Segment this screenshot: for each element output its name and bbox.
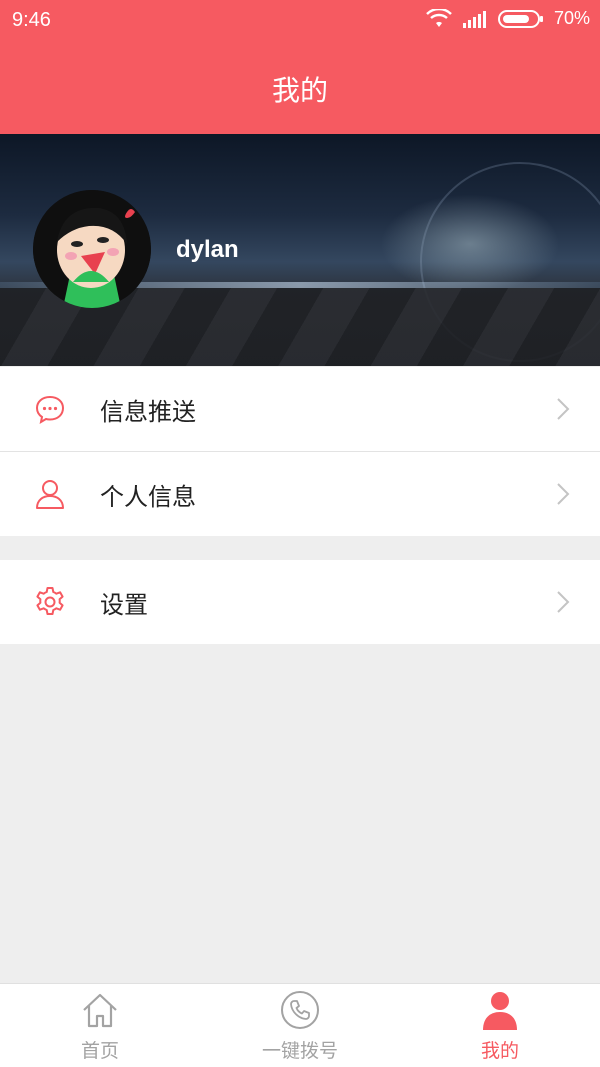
battery-percentage: 70%: [553, 8, 590, 28]
status-bar: 9:46 70%: [0, 0, 600, 44]
wifi-icon: [426, 8, 452, 27]
status-icons: 70%: [426, 8, 590, 29]
menu-group-settings: 设置: [0, 560, 600, 644]
signal-icon: [462, 10, 486, 28]
menu-item-personal-info[interactable]: 个人信息: [0, 452, 600, 536]
bottom-tab-bar: 首页 一键拨号 我的: [0, 983, 600, 1067]
avatar-image: [33, 190, 151, 308]
page-title: 我的: [271, 74, 328, 107]
chevron-right-icon: [557, 591, 570, 613]
tab-home[interactable]: 首页: [0, 984, 200, 1067]
tab-quick-dial[interactable]: 一键拨号: [200, 984, 400, 1067]
avatar[interactable]: [33, 190, 151, 308]
username: dylan: [176, 236, 239, 263]
menu-item-settings[interactable]: 设置: [0, 560, 600, 644]
tab-label: 我的: [480, 1040, 519, 1062]
message-icon: [35, 395, 65, 425]
title-bar: 我的: [0, 44, 600, 134]
chevron-right-icon: [557, 398, 570, 420]
home-icon: [83, 993, 117, 1028]
banner-glow-decoration: [380, 194, 560, 294]
menu-item-label: 信息推送: [100, 397, 196, 426]
menu-group-primary: 信息推送 个人信息: [0, 367, 600, 536]
tab-mine[interactable]: 我的: [400, 984, 600, 1067]
status-time: 9:46: [12, 9, 51, 31]
gear-icon: [36, 587, 64, 615]
menu-item-message-push[interactable]: 信息推送: [0, 367, 600, 451]
menu-item-label: 设置: [100, 590, 148, 619]
chevron-right-icon: [557, 483, 570, 505]
menu-item-label: 个人信息: [100, 482, 196, 511]
tab-label: 一键拨号: [261, 1040, 338, 1062]
battery-icon: [497, 9, 543, 28]
user-icon: [36, 480, 64, 509]
user-icon: [483, 992, 517, 1030]
tab-label: 首页: [80, 1040, 119, 1062]
phone-icon: [281, 991, 319, 1029]
